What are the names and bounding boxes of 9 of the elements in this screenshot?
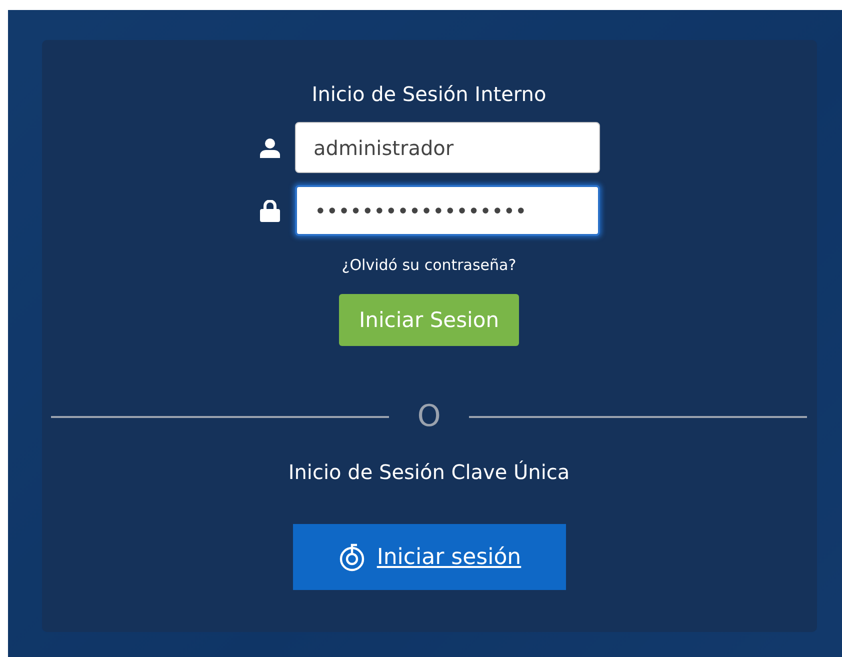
username-field[interactable]: administrador bbox=[294, 122, 600, 173]
password-field[interactable]: •••••••••••••••••• bbox=[294, 185, 600, 236]
clave-unica-button[interactable]: Iniciar sesión bbox=[292, 524, 566, 590]
user-icon bbox=[260, 138, 280, 158]
forgot-password-link[interactable]: ¿Olvidó su contraseña? bbox=[342, 256, 516, 274]
divider-label: O bbox=[416, 402, 442, 432]
lock-icon bbox=[260, 200, 280, 222]
internal-login-title: Inicio de Sesión Interno bbox=[312, 82, 546, 106]
clave-unica-title: Inicio de Sesión Clave Única bbox=[288, 460, 570, 484]
